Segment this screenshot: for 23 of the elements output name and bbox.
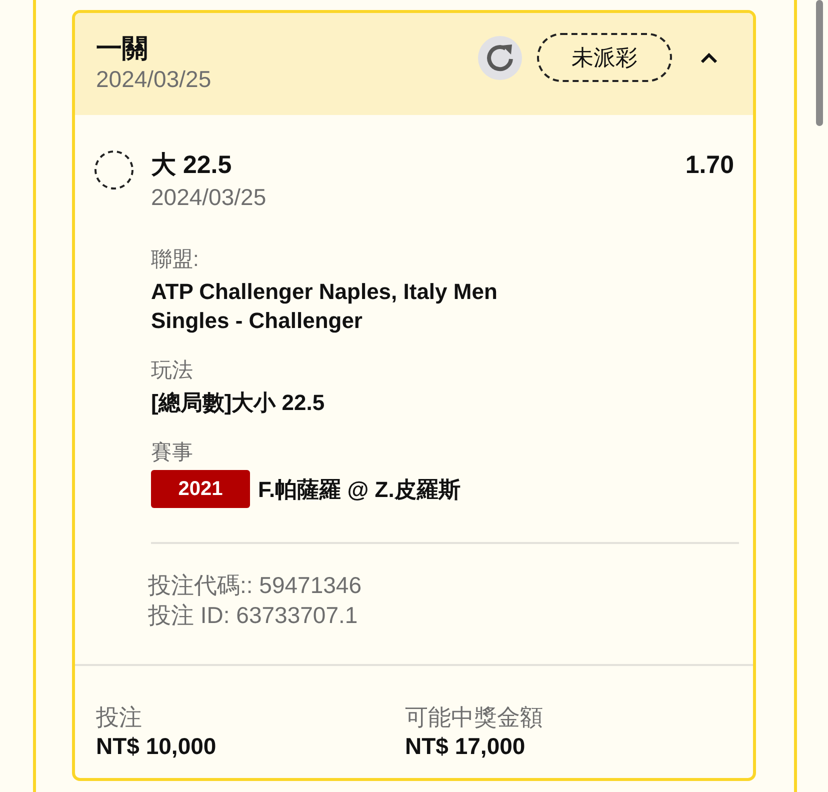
scrollbar-thumb[interactable] [816,0,823,126]
selection-date: 2024/03/25 [151,183,266,212]
detail-value: ATP Challenger Naples, Italy Men Singles - Challenger [151,278,498,335]
bet-reference: 投注 ID: 63733707.1 [148,601,359,630]
detail-label: 賽事 [151,440,194,466]
year-tag: 2021 [151,470,250,508]
bet-date: 2024/03/25 [96,65,212,94]
detail-value: [總局數]大小 22.5 [151,389,326,417]
status-badge: 未派彩 [537,33,672,82]
detail-label: 聯盟: [151,247,200,273]
refresh-icon [478,36,522,80]
refresh-button[interactable] [478,36,522,80]
summary-amount: NT$ 17,000 [405,732,526,761]
caret-icon [700,52,718,64]
bet-reference: 投注代碼:: 59471346 [148,571,363,600]
detail-label: 玩法 [151,358,194,384]
summary-label: 投注 [96,703,143,732]
match-name: F.帕薩羅 @ Z.皮羅斯 [258,476,460,504]
summary-amount: NT$ 10,000 [96,732,218,761]
summary-label: 可能中獎金額 [405,703,544,732]
odds-value: 1.70 [685,150,734,180]
selection-name: 大 22.5 [151,150,233,180]
bet-type-title: 一關 [96,33,149,64]
